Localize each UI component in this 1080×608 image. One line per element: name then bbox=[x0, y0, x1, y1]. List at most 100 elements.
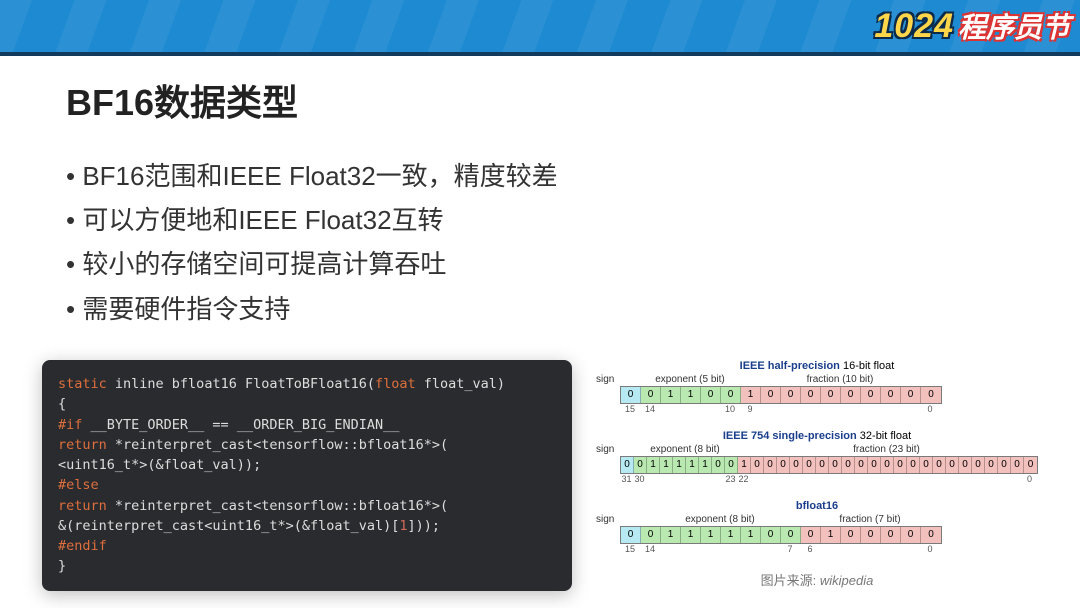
bit-cell: 0 bbox=[920, 457, 933, 473]
sign-label: sign bbox=[596, 514, 620, 525]
slide-body: BF16数据类型 BF16范围和IEEE Float32一致，精度较差 可以方便… bbox=[66, 74, 1014, 331]
bit-index: 14 bbox=[645, 544, 655, 554]
sign-label: sign bbox=[596, 444, 620, 455]
lower-row: static inline bfloat16 FloatToBFloat16(f… bbox=[42, 360, 1038, 591]
bit-cell: 0 bbox=[921, 527, 941, 543]
bit-cell: 1 bbox=[701, 527, 721, 543]
diagram-fp16: IEEE half-precision 16-bit float sign ex… bbox=[596, 360, 1038, 416]
bit-index: 0 bbox=[1027, 474, 1032, 484]
bit-cell: 0 bbox=[761, 527, 781, 543]
bit-cell: 0 bbox=[841, 387, 861, 403]
bit-index: 0 bbox=[927, 544, 932, 554]
bit-cell: 0 bbox=[842, 457, 855, 473]
bit-cell: 0 bbox=[946, 457, 959, 473]
bit-cell: 0 bbox=[751, 457, 764, 473]
bit-cell: 0 bbox=[933, 457, 946, 473]
bit-cell: 0 bbox=[725, 457, 738, 473]
bit-cell: 1 bbox=[741, 387, 761, 403]
bit-cell: 1 bbox=[647, 457, 660, 473]
bit-cell: 1 bbox=[699, 457, 712, 473]
bit-cell: 0 bbox=[868, 457, 881, 473]
bit-cell: 0 bbox=[901, 387, 921, 403]
bit-cell: 0 bbox=[921, 387, 941, 403]
bit-index: 0 bbox=[927, 404, 932, 414]
bit-index-row: 15141090 bbox=[620, 404, 940, 416]
bit-cell: 0 bbox=[959, 457, 972, 473]
bit-cell: 1 bbox=[681, 387, 701, 403]
bit-diagrams: IEEE half-precision 16-bit float sign ex… bbox=[596, 360, 1038, 589]
bit-cell: 0 bbox=[821, 387, 841, 403]
bit-cell: 0 bbox=[701, 387, 721, 403]
bit-cell: 0 bbox=[894, 457, 907, 473]
bit-cell: 0 bbox=[712, 457, 725, 473]
bit-index-row: 313023220 bbox=[620, 474, 1036, 486]
bit-cell: 1 bbox=[661, 387, 681, 403]
logo-number: 1024 bbox=[874, 7, 954, 46]
image-caption: 图片来源: wikipedia bbox=[596, 570, 1038, 589]
bit-index: 23 bbox=[725, 474, 735, 484]
diagram-fp32: IEEE 754 single-precision 32-bit float s… bbox=[596, 430, 1038, 486]
bit-cell: 0 bbox=[998, 457, 1011, 473]
code-block: static inline bfloat16 FloatToBFloat16(f… bbox=[42, 360, 572, 591]
bit-index: 9 bbox=[747, 404, 752, 414]
bit-cell: 0 bbox=[881, 527, 901, 543]
diagram-bf16: bfloat16 sign exponent (8 bit) fraction … bbox=[596, 500, 1038, 556]
bit-cell: 0 bbox=[1011, 457, 1024, 473]
bit-cell: 1 bbox=[738, 457, 751, 473]
bit-cell: 1 bbox=[673, 457, 686, 473]
bit-cell: 0 bbox=[829, 457, 842, 473]
bit-cell: 1 bbox=[660, 457, 673, 473]
bit-cell: 0 bbox=[861, 387, 881, 403]
bit-cell: 0 bbox=[972, 457, 985, 473]
bit-cell: 0 bbox=[816, 457, 829, 473]
bit-cell: 0 bbox=[855, 457, 868, 473]
bit-cell: 0 bbox=[777, 457, 790, 473]
bit-cell: 0 bbox=[881, 387, 901, 403]
slide: 1024 程序员节 BF16数据类型 BF16范围和IEEE Float32一致… bbox=[0, 0, 1080, 608]
bit-cell: 0 bbox=[790, 457, 803, 473]
slide-title: BF16数据类型 bbox=[66, 74, 1014, 126]
bit-cell: 1 bbox=[741, 527, 761, 543]
bit-cell: 1 bbox=[686, 457, 699, 473]
logo-text: 程序员节 bbox=[958, 6, 1070, 46]
bit-cell: 0 bbox=[721, 387, 741, 403]
bit-row: 0011001000000000 bbox=[620, 386, 942, 404]
bit-cell: 0 bbox=[621, 527, 641, 543]
bit-cell: 0 bbox=[861, 527, 881, 543]
bit-cell: 0 bbox=[641, 527, 661, 543]
bit-cell: 0 bbox=[907, 457, 920, 473]
bit-cell: 0 bbox=[641, 387, 661, 403]
bit-index: 30 bbox=[634, 474, 644, 484]
bit-index: 31 bbox=[621, 474, 631, 484]
bit-cell: 0 bbox=[621, 457, 634, 473]
bit-index: 6 bbox=[807, 544, 812, 554]
field-labels: exponent (8 bit) fraction (23 bit) bbox=[620, 444, 1038, 455]
bit-cell: 0 bbox=[634, 457, 647, 473]
bit-cell: 0 bbox=[901, 527, 921, 543]
sign-label: sign bbox=[596, 374, 620, 385]
bit-cell: 0 bbox=[985, 457, 998, 473]
bit-index: 10 bbox=[725, 404, 735, 414]
bit-row: 00111110010000000000000000000000 bbox=[620, 456, 1038, 474]
diagram-title: IEEE half-precision 16-bit float bbox=[596, 360, 1038, 372]
bullet-item: 可以方便地和IEEE Float32互转 bbox=[66, 198, 1014, 242]
bit-cell: 1 bbox=[681, 527, 701, 543]
bit-index: 15 bbox=[625, 404, 635, 414]
bit-cell: 0 bbox=[621, 387, 641, 403]
bit-cell: 0 bbox=[801, 387, 821, 403]
bullet-item: BF16范围和IEEE Float32一致，精度较差 bbox=[66, 154, 1014, 198]
bullet-list: BF16范围和IEEE Float32一致，精度较差 可以方便地和IEEE Fl… bbox=[66, 154, 1014, 331]
field-labels: exponent (5 bit) fraction (10 bit) bbox=[620, 374, 1038, 385]
bit-index: 7 bbox=[787, 544, 792, 554]
bit-cell: 1 bbox=[721, 527, 741, 543]
field-labels: exponent (8 bit) fraction (7 bit) bbox=[620, 514, 1038, 525]
bit-cell: 0 bbox=[1024, 457, 1037, 473]
bit-cell: 0 bbox=[764, 457, 777, 473]
event-logo: 1024 程序员节 bbox=[874, 6, 1070, 46]
bit-cell: 1 bbox=[661, 527, 681, 543]
bit-cell: 0 bbox=[881, 457, 894, 473]
bit-cell: 0 bbox=[801, 527, 821, 543]
bit-index: 15 bbox=[625, 544, 635, 554]
bit-index-row: 15 14 7 6 0 bbox=[620, 544, 940, 556]
diagram-title: IEEE 754 single-precision 32-bit float bbox=[596, 430, 1038, 442]
